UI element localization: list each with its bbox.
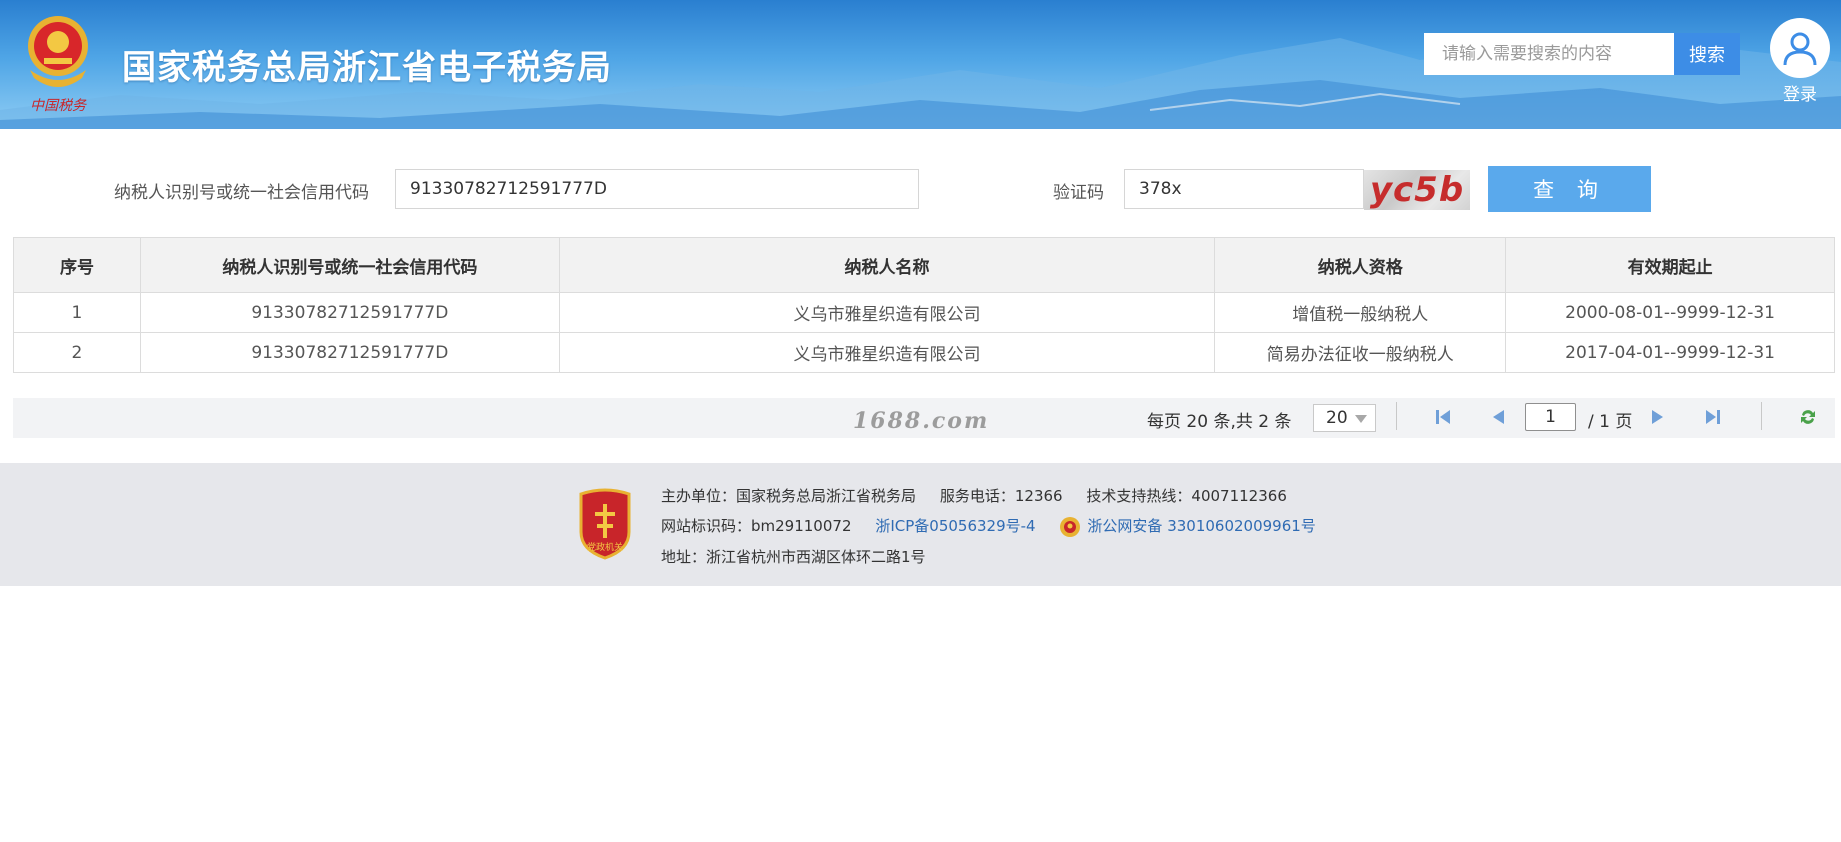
taxpayer-id-input[interactable]	[395, 169, 919, 209]
table-row: 1 91330782712591777D 义乌市雅星织造有限公司 增值税一般纳税…	[13, 292, 1835, 333]
table-row: 2 91330782712591777D 义乌市雅星织造有限公司 简易办法征收一…	[13, 332, 1835, 373]
total-pages: / 1 页	[1588, 412, 1633, 432]
table-cell: 2017-04-01--9999-12-31	[1505, 332, 1835, 373]
svg-text:中国税务: 中国税务	[30, 98, 87, 114]
divider	[1396, 402, 1397, 430]
table-cell: 简易办法征收一般纳税人	[1214, 332, 1507, 373]
divider	[1761, 402, 1762, 430]
query-button[interactable]: 查 询	[1488, 166, 1651, 212]
last-page-icon[interactable]	[1703, 407, 1723, 427]
refresh-icon[interactable]	[1798, 407, 1818, 427]
column-header: 纳税人识别号或统一社会信用代码	[139, 237, 560, 293]
column-header: 纳税人资格	[1214, 237, 1507, 293]
svg-text:党政机关: 党政机关	[587, 541, 623, 553]
police-record-link[interactable]: 浙公网安备 33010602009961号	[1087, 517, 1315, 535]
prev-page-icon[interactable]	[1488, 407, 1508, 427]
police-emblem-icon	[1060, 516, 1081, 537]
search-button[interactable]: 搜索	[1674, 33, 1740, 75]
tax-emblem-logo: 中国税务	[28, 16, 88, 114]
table-cell: 91330782712591777D	[139, 292, 560, 333]
watermark: 1688.com	[853, 408, 990, 434]
first-page-icon[interactable]	[1433, 407, 1453, 427]
page-size-select[interactable]: 20	[1313, 404, 1376, 432]
column-header: 纳税人名称	[558, 237, 1216, 293]
login-label: 登录	[1783, 85, 1817, 105]
footer-address: 地址：浙江省杭州市西湖区体环二路1号	[661, 548, 926, 566]
page-summary: 每页 20 条,共 2 条	[1147, 412, 1292, 432]
next-page-icon[interactable]	[1648, 407, 1668, 427]
table-cell: 增值税一般纳税人	[1214, 292, 1507, 333]
current-page-input[interactable]	[1525, 403, 1576, 431]
captcha-input[interactable]	[1124, 169, 1364, 209]
user-avatar-icon	[1770, 18, 1830, 78]
chevron-down-icon	[1355, 415, 1367, 423]
search-input[interactable]	[1424, 33, 1674, 75]
footer-record-line: 网站标识码：bm29110072 浙ICP备05056329号-4 浙公网安备 …	[661, 515, 1316, 538]
table-cell: 2	[13, 332, 141, 373]
footer-service-phone: 服务电话：12366	[939, 487, 1063, 505]
column-header: 序号	[13, 237, 141, 293]
footer-sponsor-line: 主办单位：国家税务总局浙江省税务局 服务电话：12366 技术支持热线：4007…	[661, 485, 1287, 506]
table-cell: 91330782712591777D	[139, 332, 560, 373]
footer-sponsor: 主办单位：国家税务总局浙江省税务局	[661, 487, 917, 505]
results-table: 序号 纳税人识别号或统一社会信用代码 纳税人名称 纳税人资格 有效期起止 1 9…	[13, 237, 1835, 373]
login-button[interactable]: 登录	[1768, 18, 1832, 105]
party-government-badge-icon[interactable]: 党政机关	[575, 488, 635, 560]
icp-record-link[interactable]: 浙ICP备05056329号-4	[875, 517, 1035, 535]
footer-support-hotline: 技术支持热线：4007112366	[1086, 487, 1287, 505]
site-header: 中国税务 国家税务总局浙江省电子税务局 搜索 登录	[0, 0, 1841, 129]
table-header-row: 序号 纳税人识别号或统一社会信用代码 纳税人名称 纳税人资格 有效期起止	[13, 237, 1835, 293]
site-title: 国家税务总局浙江省电子税务局	[122, 48, 612, 88]
table-cell: 义乌市雅星织造有限公司	[558, 332, 1216, 373]
table-cell: 义乌市雅星织造有限公司	[558, 292, 1216, 333]
footer-site-id: 网站标识码：bm29110072	[661, 517, 852, 535]
column-header: 有效期起止	[1505, 237, 1835, 293]
captcha-label: 验证码	[1053, 183, 1104, 203]
table-cell: 1	[13, 292, 141, 333]
taxpayer-id-label: 纳税人识别号或统一社会信用代码	[114, 183, 369, 203]
table-cell: 2000-08-01--9999-12-31	[1505, 292, 1835, 333]
captcha-image[interactable]: yc5b	[1364, 170, 1470, 210]
